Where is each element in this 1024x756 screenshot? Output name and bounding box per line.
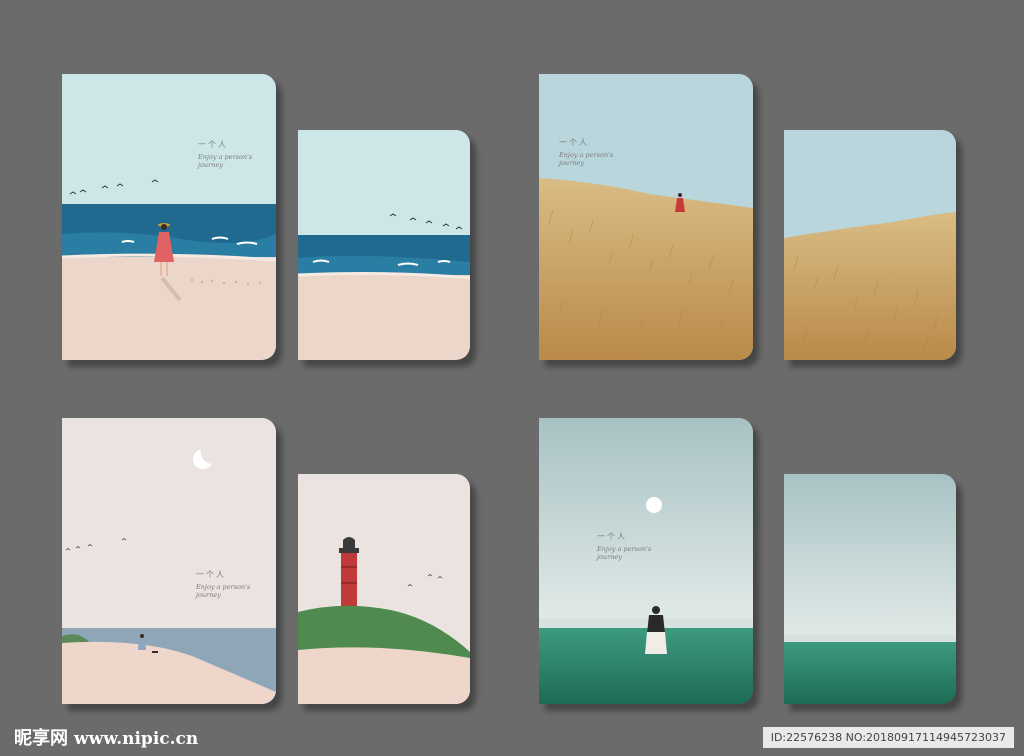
site-url: www.nipic.cn	[74, 729, 199, 749]
caption-subtitle-line1: Enjoy a person's	[597, 545, 652, 553]
site-watermark: 昵享网 www.nipic.cn	[14, 724, 198, 750]
notebook-cover-wheat-large: 一个人 Enjoy a person's journey	[539, 74, 753, 360]
lighthouse-icon	[339, 537, 359, 612]
caption-subtitle-line2: journey	[198, 161, 223, 170]
caption-subtitle-line1: Enjoy a person's	[198, 153, 253, 161]
notebook-cover-green-small	[784, 474, 956, 704]
caption-subtitle-line2: journey	[597, 553, 622, 562]
cover-caption: 一个人 Enjoy a person's journey	[198, 140, 252, 169]
caption-title: 一个人	[198, 140, 228, 149]
site-name: 昵享网	[14, 728, 68, 749]
notebook-cover-wheat-small	[784, 130, 956, 360]
image-info-badge: ID:22576238 NO:20180917114945723037	[762, 727, 1014, 748]
notebook-cover-shore-large: 一个人 Enjoy a person's journey	[62, 418, 276, 704]
caption-title: 一个人	[559, 138, 589, 147]
notebook-cover-beach-large: 一个人 Enjoy a person's journey	[62, 74, 276, 360]
notebook-cover-beach-small	[298, 130, 470, 360]
caption-subtitle-line2: journey	[196, 591, 221, 600]
caption-title: 一个人	[597, 532, 627, 541]
caption-subtitle-line1: Enjoy a person's	[559, 151, 614, 159]
cover-caption: 一个人 Enjoy a person's journey	[196, 570, 250, 599]
notebook-cover-green-large: 一个人 Enjoy a person's journey	[539, 418, 753, 704]
notebook-cover-lighthouse-small	[298, 474, 470, 704]
caption-title: 一个人	[196, 570, 226, 579]
cover-caption: 一个人 Enjoy a person's journey	[559, 138, 613, 167]
cover-caption: 一个人 Enjoy a person's journey	[597, 532, 651, 561]
caption-subtitle-line1: Enjoy a person's	[196, 583, 251, 591]
sun-icon	[646, 497, 662, 513]
caption-subtitle-line2: journey	[559, 159, 584, 168]
